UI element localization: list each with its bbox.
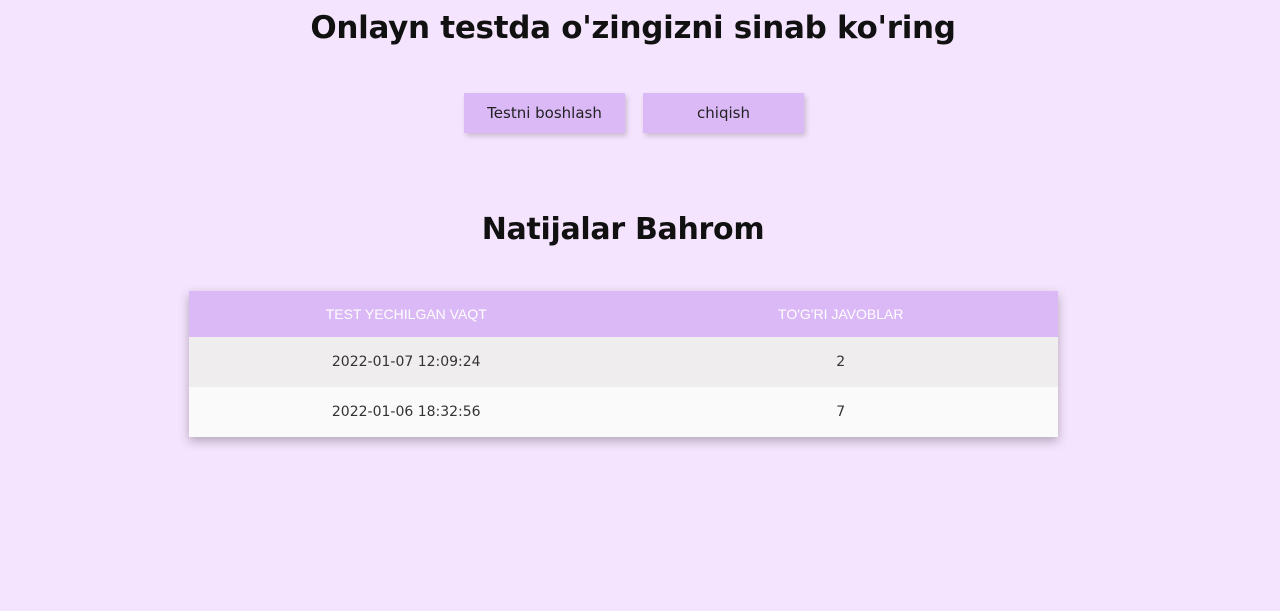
table-row: 2022-01-06 18:32:56 7 — [189, 387, 1058, 437]
start-test-button[interactable]: Testni boshlash — [464, 93, 625, 133]
cell-test-time: 2022-01-07 12:09:24 — [331, 354, 481, 370]
results-table-container: TEST YECHILGAN VAQT TO'G'RI JAVOBLAR 202… — [189, 291, 1058, 437]
cell-correct-answers: 7 — [836, 404, 846, 420]
cell-test-time: 2022-01-06 18:32:56 — [331, 404, 481, 420]
column-header-test-time: TEST YECHILGAN VAQT — [325, 306, 487, 322]
page-title: Onlayn testda o'zingizni sinab ko'ring — [310, 10, 956, 46]
table-row: 2022-01-07 12:09:24 2 — [189, 337, 1058, 387]
table-header-row: TEST YECHILGAN VAQT TO'G'RI JAVOBLAR — [189, 291, 1058, 337]
results-title: Natijalar Bahrom — [481, 212, 765, 247]
exit-button[interactable]: chiqish — [643, 93, 804, 133]
column-header-correct-answers: TO'G'RI JAVOBLAR — [778, 306, 904, 322]
action-buttons: Testni boshlash chiqish — [464, 93, 804, 133]
cell-correct-answers: 2 — [836, 354, 846, 370]
results-table: TEST YECHILGAN VAQT TO'G'RI JAVOBLAR 202… — [189, 291, 1058, 437]
